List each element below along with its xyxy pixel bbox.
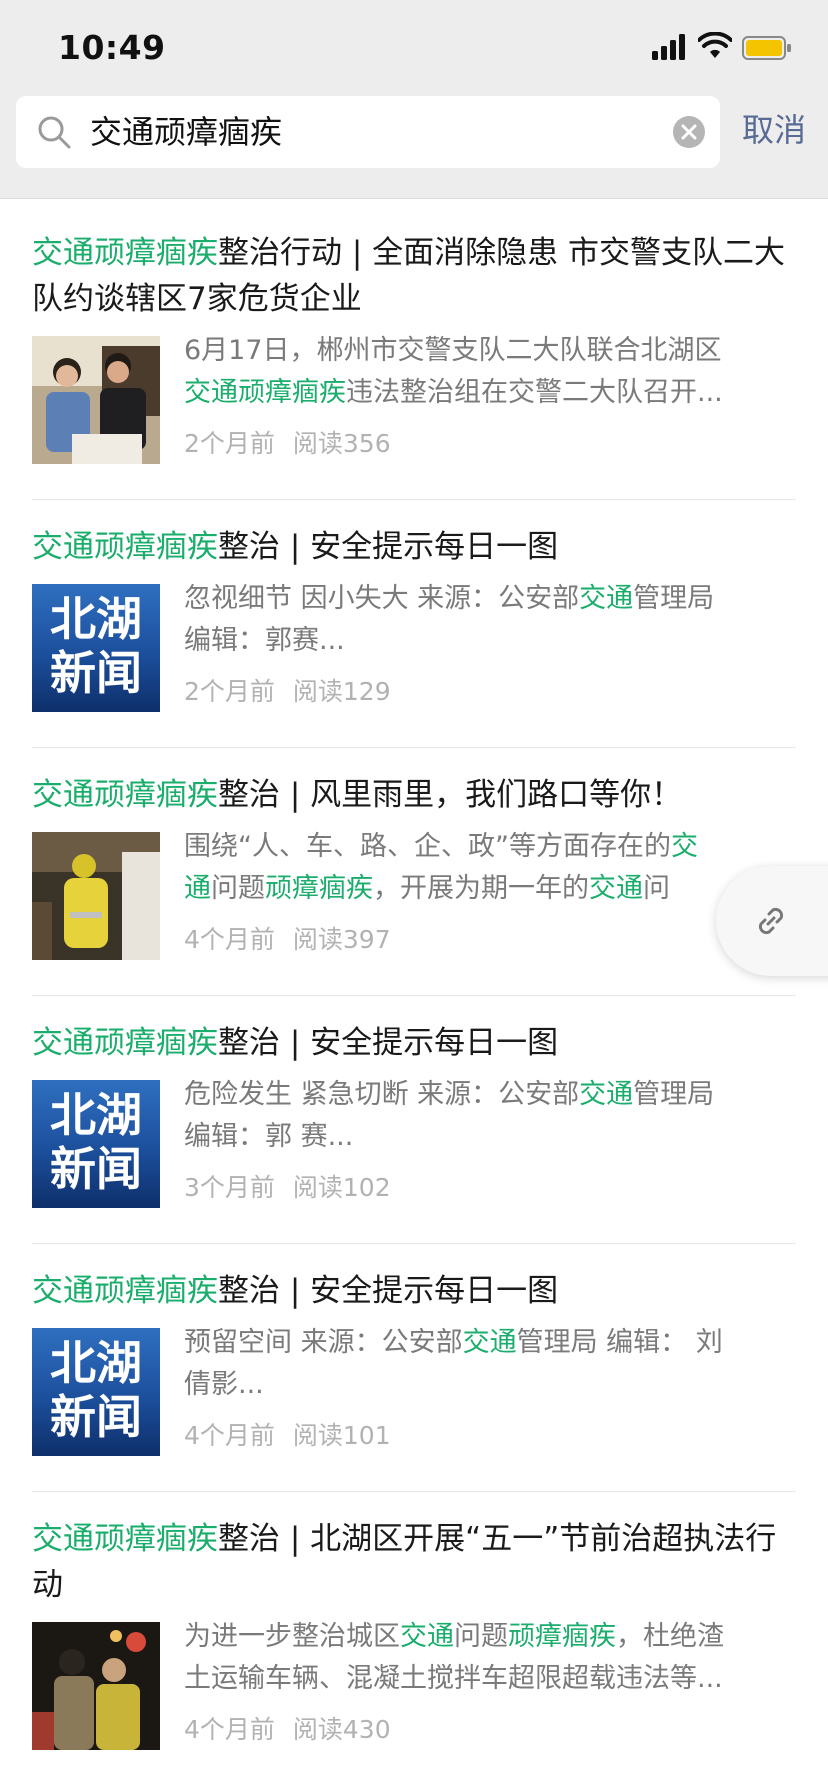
search-input[interactable]: 交通顽瘴痼疾 <box>90 112 282 152</box>
item-title: 交通顽瘴痼疾整治 | 风里雨里，我们路口等你！ <box>32 777 683 813</box>
item-title: 交通顽瘴痼疾整治 | 安全提示每日一图 <box>32 1025 559 1061</box>
item-reads: 阅读101 <box>292 1421 391 1450</box>
item-snippet: 为进一步整治城区交通问题顽瘴痼疾，杜绝渣 土运输车辆、混凝土搅拌车超限超载违法等… <box>184 1621 724 1694</box>
item-meta: 2个月前 阅读356 <box>184 426 391 462</box>
item-time: 4个月前 <box>184 1715 275 1744</box>
wifi-icon <box>698 32 732 58</box>
cancel-button[interactable]: 取消 <box>742 110 806 150</box>
status-bar: 10:49 <box>0 0 828 92</box>
clear-icon[interactable] <box>672 115 706 149</box>
floating-link-button[interactable] <box>716 866 828 976</box>
item-time: 4个月前 <box>184 1421 275 1450</box>
link-icon <box>758 907 784 935</box>
item-reads: 阅读102 <box>292 1173 391 1202</box>
thumbnail-image <box>32 336 160 464</box>
thumbnail-image: 北湖 新闻 <box>32 1080 160 1208</box>
thumbnail-image <box>32 832 160 960</box>
list-item[interactable]: 交通顽瘴痼疾整治 | 风里雨里，我们路口等你！ 围绕“人、车、路、企、政”等方面… <box>32 748 796 996</box>
item-reads: 阅读356 <box>292 429 391 458</box>
search-box[interactable]: 交通顽瘴痼疾 <box>16 96 720 168</box>
item-title: 交通顽瘴痼疾整治 | 北湖区开展“五一”节前治超执法行动 <box>32 1521 777 1603</box>
item-snippet: 6月17日，郴州市交警支队二大队联合北湖区 交通顽瘴痼疾违法整治组在交警二大队召… <box>184 335 723 408</box>
results-list: 交通顽瘴痼疾整治行动 | 全面消除隐患 市交警支队二大队约谈辖区7家危货企业 6… <box>0 206 828 1792</box>
search-icon <box>38 116 71 149</box>
thumbnail-image: 北湖 新闻 <box>32 1328 160 1456</box>
item-snippet: 预留空间 来源：公安部交通管理局 编辑： 刘 倩影... <box>184 1327 723 1400</box>
item-title: 交通顽瘴痼疾整治行动 | 全面消除隐患 市交警支队二大队约谈辖区7家危货企业 <box>32 235 786 317</box>
list-item[interactable]: 交通顽瘴痼疾整治行动 | 全面消除隐患 市交警支队二大队约谈辖区7家危货企业 6… <box>32 206 796 500</box>
item-meta: 4个月前 阅读430 <box>184 1712 391 1748</box>
item-meta: 2个月前 阅读129 <box>184 674 391 710</box>
item-reads: 阅读430 <box>292 1715 391 1744</box>
item-time: 3个月前 <box>184 1173 275 1202</box>
list-item[interactable]: 交通顽瘴痼疾整治 | 安全提示每日一图 北湖 新闻 危险发生 紧急切断 来源：公安… <box>32 996 796 1244</box>
signal-icon <box>652 34 685 60</box>
list-item[interactable]: 交通顽瘴痼疾整治 | 安全提示每日一图 北湖 新闻 预留空间 来源：公安部交通管理… <box>32 1244 796 1492</box>
item-meta: 4个月前 阅读397 <box>184 922 391 958</box>
item-reads: 阅读397 <box>292 925 391 954</box>
item-time: 4个月前 <box>184 925 275 954</box>
item-snippet: 危险发生 紧急切断 来源：公安部交通管理局 编辑：郭 赛... <box>184 1079 715 1152</box>
battery-icon <box>742 36 791 60</box>
list-item[interactable]: 交通顽瘴痼疾整治 | 北湖区开展“五一”节前治超执法行动 为进一步整治城区交通问… <box>32 1492 796 1792</box>
item-title: 交通顽瘴痼疾整治 | 安全提示每日一图 <box>32 1273 559 1309</box>
item-meta: 4个月前 阅读101 <box>184 1418 391 1454</box>
list-item[interactable]: 交通顽瘴痼疾整治 | 安全提示每日一图 北湖 新闻 忽视细节 因小失大 来源：公安… <box>32 500 796 748</box>
item-reads: 阅读129 <box>292 677 391 706</box>
thumbnail-image: 北湖 新闻 <box>32 584 160 712</box>
item-title: 交通顽瘴痼疾整治 | 安全提示每日一图 <box>32 529 559 565</box>
thumbnail-image <box>32 1622 160 1750</box>
item-time: 2个月前 <box>184 429 275 458</box>
item-meta: 3个月前 阅读102 <box>184 1170 391 1206</box>
item-snippet: 忽视细节 因小失大 来源：公安部交通管理局 编辑：郭赛... <box>184 583 715 656</box>
search-header: 交通顽瘴痼疾 取消 <box>0 92 828 199</box>
status-time: 10:49 <box>58 28 166 67</box>
item-time: 2个月前 <box>184 677 275 706</box>
